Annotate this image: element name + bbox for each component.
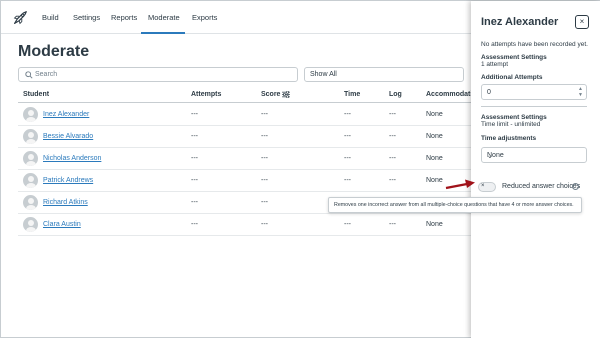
tooltip-text: Removes one incorrect answer from all mu… [334,202,574,208]
search-icon [25,71,33,79]
time-adjustments-label: Time adjustments [481,135,537,142]
log-cell: --- [389,221,396,228]
additional-attempts-label: Additional Attempts [481,74,543,81]
time-cell: --- [344,221,351,228]
accommodations-cell: None [426,155,443,162]
header-attempts: Attempts [191,91,222,98]
assessment-settings-heading: Assessment Settings [481,54,547,61]
tab-exports[interactable]: Exports [192,13,217,22]
reduced-choices-label: Reduced answer choices [502,183,581,190]
no-attempts-text: No attempts have been recorded yet. [481,41,588,48]
score-cell: --- [261,221,268,228]
assessment-settings-heading-2: Assessment Settings [481,114,547,121]
student-name-link[interactable]: Inez Alexander [43,111,89,118]
attempts-cell: --- [191,111,198,118]
page-title: Moderate [18,43,90,60]
rocket-logo-icon[interactable] [11,9,29,27]
accommodations-cell: None [426,111,443,118]
toggle-off-icon: × [481,183,485,189]
search-input[interactable]: Search [18,67,298,82]
tab-moderate[interactable]: Moderate [148,13,180,22]
time-limit-text: Time limit - unlimited [481,121,541,128]
avatar [23,173,38,188]
log-cell: --- [389,133,396,140]
header-time: Time [344,91,361,98]
score-cell: --- [261,199,268,206]
attempts-cell: --- [191,177,198,184]
time-adjustments-select[interactable]: None ⌄ [481,147,587,163]
attempts-cell: --- [191,133,198,140]
time-cell: --- [344,177,351,184]
header-score: Score [261,91,281,98]
sort-sliders-icon[interactable] [282,91,290,98]
panel-title: Inez Alexander [481,16,559,28]
log-cell: --- [389,177,396,184]
header-accommodations: Accommodatio [426,91,477,98]
student-details-panel: Inez Alexander × No attempts have been r… [471,1,600,338]
table-row: Nicholas Anderson --- --- --- --- None [18,148,471,170]
filter-select[interactable]: Show All [304,67,464,82]
avatar [23,195,38,210]
score-cell: --- [261,155,268,162]
table-row: Bessie Alvarado --- --- --- --- None [18,126,471,148]
avatar [23,151,38,166]
chevron-down-icon: ⌄ [487,153,493,160]
tab-build[interactable]: Build [42,13,59,22]
app-window: Build Settings Reports Moderate Exports … [0,0,600,338]
additional-attempts-value: 0 [487,89,491,96]
filter-value: Show All [310,71,337,78]
stepper-arrows-icon[interactable]: ▲ ▼ [578,86,583,98]
score-cell: --- [261,177,268,184]
reduced-choices-tooltip: Removes one incorrect answer from all mu… [328,197,582,213]
active-tab-indicator [141,32,185,34]
log-cell: --- [389,155,396,162]
attempts-cell: --- [191,155,198,162]
attempts-setting-text: 1 attempt [481,61,509,68]
student-name-link[interactable]: Clara Austin [43,221,81,228]
score-cell: --- [261,111,268,118]
top-navigation: Build Settings Reports Moderate Exports [1,1,471,34]
header-student: Student [23,91,50,98]
reduced-choices-toggle[interactable]: × [478,182,496,192]
table-row: Inez Alexander --- --- --- --- None [18,104,471,126]
student-name-link[interactable]: Bessie Alvarado [43,133,93,140]
time-cell: --- [344,133,351,140]
score-cell: --- [261,133,268,140]
accommodations-cell: None [426,133,443,140]
accommodations-cell: None [426,177,443,184]
table-row: Clara Austin --- --- --- --- None [18,214,471,236]
attempts-cell: --- [191,221,198,228]
info-icon[interactable]: i [572,183,579,190]
student-name-link[interactable]: Richard Atkins [43,199,88,206]
log-cell: --- [389,111,396,118]
time-cell: --- [344,155,351,162]
tab-settings[interactable]: Settings [73,13,100,22]
time-cell: --- [344,111,351,118]
search-placeholder: Search [35,71,58,78]
avatar [23,107,38,122]
table-row: Patrick Andrews --- --- --- --- None [18,170,471,192]
callout-arrow-icon [445,179,475,190]
header-divider [18,102,471,103]
student-name-link[interactable]: Patrick Andrews [43,177,93,184]
tab-reports[interactable]: Reports [111,13,137,22]
header-log: Log [389,91,402,98]
close-button[interactable]: × [575,15,589,29]
accommodations-cell: None [426,221,443,228]
panel-divider [481,106,587,107]
additional-attempts-stepper[interactable]: 0 ▲ ▼ [481,84,587,100]
student-name-link[interactable]: Nicholas Anderson [43,155,101,162]
avatar [23,217,38,232]
attempts-cell: --- [191,199,198,206]
avatar [23,129,38,144]
